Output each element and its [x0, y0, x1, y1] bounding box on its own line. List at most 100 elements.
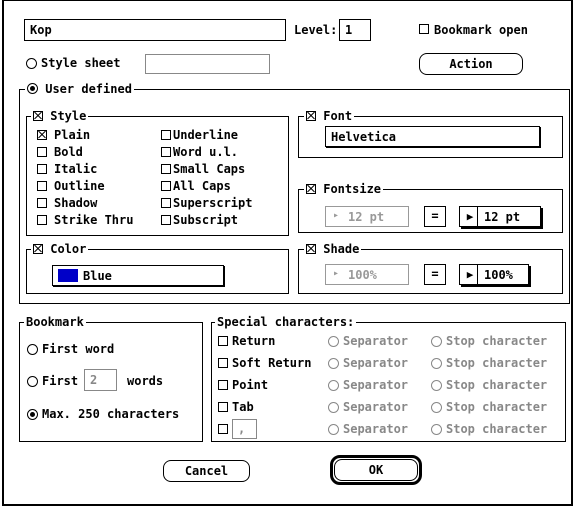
separator-radio[interactable] — [328, 424, 339, 435]
style-option-label: All Caps — [173, 179, 231, 193]
first-words-count-field[interactable]: 2 — [84, 369, 117, 391]
special-char-checkbox[interactable] — [218, 380, 228, 390]
name-field[interactable]: Kop — [24, 19, 286, 41]
separator-radio[interactable] — [328, 336, 339, 347]
max-characters-radio[interactable] — [27, 409, 38, 420]
special-char-label: Return — [232, 334, 276, 348]
action-button[interactable]: Action — [419, 53, 523, 75]
fontsize-current-value: 12 pt — [348, 210, 385, 224]
separator-label: Separator — [343, 334, 409, 348]
style-option-checkbox[interactable] — [161, 181, 171, 191]
style-option-checkbox[interactable] — [37, 147, 47, 157]
special-char-label: Soft Return — [232, 356, 312, 370]
style-option-checkbox[interactable] — [37, 130, 47, 140]
font-legend: Font — [304, 109, 355, 123]
style-option-label: Subscript — [173, 213, 239, 227]
style-sheet-field[interactable] — [145, 54, 270, 74]
special-char-checkbox[interactable] — [218, 402, 228, 412]
shade-value: 100% — [484, 268, 513, 282]
bookmark-open-checkbox[interactable] — [419, 24, 429, 34]
color-popup[interactable]: Blue — [52, 265, 224, 286]
first-label: First — [42, 374, 79, 388]
stop-character-radio[interactable] — [431, 336, 442, 347]
style-legend: Style — [31, 109, 89, 123]
stop-character-label: Stop character — [446, 422, 548, 436]
separator-label: Separator — [343, 378, 409, 392]
color-legend: Color — [31, 242, 89, 256]
separator-label: Separator — [343, 400, 409, 414]
stop-character-radio[interactable] — [431, 380, 442, 391]
style-option-checkbox[interactable] — [37, 164, 47, 174]
fontsize-current-arrow-icon: ▸ — [333, 210, 340, 221]
level-field[interactable]: 1 — [339, 19, 371, 41]
stop-character-radio[interactable] — [431, 358, 442, 369]
level-field-value: 1 — [345, 23, 353, 37]
fontsize-title: Fontsize — [323, 182, 382, 196]
shade-checkbox[interactable] — [306, 244, 316, 254]
separator-radio[interactable] — [328, 358, 339, 369]
style-option-checkbox[interactable] — [37, 215, 47, 225]
style-option-label: Underline — [173, 128, 239, 142]
level-label: Level: — [294, 23, 338, 37]
style-option-checkbox[interactable] — [37, 181, 47, 191]
shade-popup[interactable]: ▶ 100% — [459, 264, 529, 285]
stop-character-radio[interactable] — [431, 424, 442, 435]
first-words-count-value: 2 — [90, 373, 98, 387]
custom-char-field[interactable]: , — [232, 419, 257, 439]
style-option-label: Bold — [54, 145, 83, 159]
cancel-button[interactable]: Cancel — [163, 460, 250, 482]
special-characters-title: Special characters: — [215, 315, 357, 329]
user-defined-radio[interactable] — [27, 83, 38, 94]
font-title: Font — [323, 109, 353, 123]
special-char-checkbox[interactable] — [218, 358, 228, 368]
style-checkbox[interactable] — [33, 111, 43, 121]
color-swatch — [58, 269, 78, 282]
fontsize-arrow-icon: ▶ — [463, 207, 478, 226]
style-option-label: Small Caps — [173, 162, 246, 176]
separator-label: Separator — [343, 422, 409, 436]
style-option-label: Outline — [54, 179, 105, 193]
style-option-checkbox[interactable] — [161, 164, 171, 174]
bookmark-title: Bookmark — [24, 315, 86, 329]
stop-character-label: Stop character — [446, 400, 548, 414]
shade-equals-box: = — [424, 264, 446, 285]
separator-label: Separator — [343, 356, 409, 370]
style-sheet-radio[interactable] — [26, 58, 37, 69]
font-checkbox[interactable] — [306, 111, 316, 121]
color-value: Blue — [83, 269, 112, 283]
style-sheet-label: Style sheet — [41, 56, 121, 70]
words-label: words — [127, 374, 164, 388]
first-word-radio[interactable] — [27, 344, 38, 355]
style-option-checkbox[interactable] — [161, 147, 171, 157]
shade-current-popup: ▸ 100% — [325, 264, 409, 285]
fontsize-value: 12 pt — [484, 210, 521, 224]
style-option-label: Shadow — [54, 196, 98, 210]
style-option-label: Italic — [54, 162, 98, 176]
stop-character-label: Stop character — [446, 334, 548, 348]
separator-radio[interactable] — [328, 380, 339, 391]
color-checkbox[interactable] — [33, 244, 43, 254]
font-popup[interactable]: Helvetica — [325, 126, 540, 147]
style-option-label: Superscript — [173, 196, 253, 210]
separator-radio[interactable] — [328, 402, 339, 413]
shade-title: Shade — [323, 242, 360, 256]
custom-char-value: , — [238, 422, 246, 436]
fontsize-current-popup: ▸ 12 pt — [325, 206, 409, 227]
fontsize-checkbox[interactable] — [306, 184, 316, 194]
first-word-label: First word — [42, 342, 115, 356]
first-n-words-radio[interactable] — [27, 376, 38, 387]
style-option-checkbox[interactable] — [161, 198, 171, 208]
shade-arrow-icon: ▶ — [463, 265, 478, 284]
special-char-checkbox[interactable] — [218, 424, 228, 434]
style-option-checkbox[interactable] — [37, 198, 47, 208]
shade-legend: Shade — [304, 242, 362, 256]
style-option-checkbox[interactable] — [161, 130, 171, 140]
fontsize-popup[interactable]: ▶ 12 pt — [459, 206, 541, 227]
style-option-checkbox[interactable] — [161, 215, 171, 225]
ok-button[interactable]: OK — [334, 459, 418, 481]
color-title: Color — [50, 242, 87, 256]
stop-character-radio[interactable] — [431, 402, 442, 413]
shade-current-value: 100% — [348, 268, 377, 282]
special-char-checkbox[interactable] — [218, 336, 228, 346]
special-char-label: Tab — [232, 400, 254, 414]
